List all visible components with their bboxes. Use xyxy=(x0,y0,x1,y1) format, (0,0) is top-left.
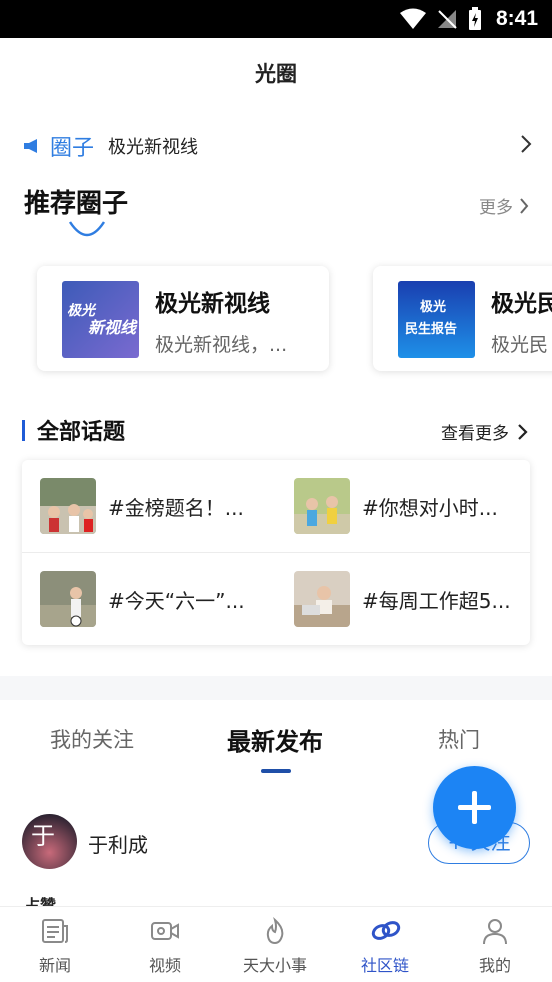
nav-video[interactable]: 视频 xyxy=(110,907,220,982)
topic-text: #你想对小时... xyxy=(362,496,498,520)
recommend-title: 推荐圈子 xyxy=(24,189,129,219)
topic-item[interactable]: #你想对小时... xyxy=(294,478,534,538)
topics-grid: #金榜题名！... #你想对小时... #今天“六一”... #每周工作超5..… xyxy=(22,460,530,645)
circle-card-title: 极光民 xyxy=(491,291,552,317)
topics-title: 全部话题 xyxy=(37,420,126,445)
circle-logo: 极光 民生报告 xyxy=(398,281,475,358)
loading-spinner-icon xyxy=(68,221,106,237)
nav-label: 我的 xyxy=(478,956,511,975)
status-time: 8:41 xyxy=(495,7,538,30)
avatar: 于 xyxy=(22,814,77,869)
topic-thumbnail xyxy=(294,571,350,627)
bottom-nav: 新闻 视频 天大小事 社区链 我的 xyxy=(0,906,552,981)
post-author-name: 于利成 xyxy=(88,833,148,857)
topic-item[interactable]: #今天“六一”... xyxy=(40,571,280,631)
nav-label: 社区链 xyxy=(360,956,409,975)
chain-link-icon xyxy=(371,921,401,940)
logo-text-2: 民生报告 xyxy=(405,321,457,337)
topic-thumbnail xyxy=(40,478,96,534)
tab-indicator xyxy=(261,769,291,773)
tab-following[interactable]: 我的关注 xyxy=(50,724,134,754)
plus-icon-vertical xyxy=(472,791,477,824)
circle-tag: 圈子 xyxy=(50,136,95,161)
topic-text: #每周工作超5... xyxy=(362,589,511,613)
create-post-button[interactable] xyxy=(433,766,516,849)
nav-daily[interactable]: 天大小事 xyxy=(220,907,330,982)
circle-name: 极光新视线 xyxy=(108,137,198,158)
chevron-right-icon xyxy=(518,423,528,440)
nav-community[interactable]: 社区链 xyxy=(330,907,440,982)
battery-charging-icon xyxy=(469,7,481,30)
logo-text-1: 极光 xyxy=(67,302,97,319)
nav-label: 新闻 xyxy=(38,956,71,975)
recommend-more-label: 更多 xyxy=(479,198,513,218)
topics-more-label: 查看更多 xyxy=(441,424,509,444)
nav-news[interactable]: 新闻 xyxy=(0,907,110,982)
tab-hot[interactable]: 热门 xyxy=(438,724,480,754)
circle-entry-row[interactable]: 圈子 极光新视线 xyxy=(0,128,552,164)
avatar-char: 于 xyxy=(31,822,55,850)
topics-accent-bar xyxy=(22,419,25,441)
topic-thumbnail xyxy=(294,478,350,534)
person-icon xyxy=(483,919,507,945)
circle-card-title: 极光新视线 xyxy=(155,291,270,317)
nav-mine[interactable]: 我的 xyxy=(440,907,550,982)
nav-label: 视频 xyxy=(148,956,181,975)
chevron-right-icon xyxy=(521,135,532,153)
topic-text: #金榜题名！... xyxy=(108,496,244,520)
section-separator xyxy=(0,676,552,700)
circle-card[interactable]: 极光 新视线 极光新视线 极光新视线，... xyxy=(37,266,329,371)
wifi-icon xyxy=(400,8,426,29)
topic-item[interactable]: #金榜题名！... xyxy=(40,478,280,538)
circle-card-desc: 极光民 xyxy=(491,334,549,356)
topic-text: #今天“六一”... xyxy=(108,589,245,613)
topic-thumbnail xyxy=(40,571,96,627)
topics-more-link[interactable]: 查看更多 xyxy=(441,419,528,444)
flame-icon xyxy=(266,917,284,945)
newspaper-icon xyxy=(42,919,68,943)
circle-card[interactable]: 极光 民生报告 极光民 极光民 xyxy=(373,266,552,371)
topics-divider xyxy=(22,552,530,553)
circle-logo: 极光 新视线 xyxy=(62,281,139,358)
topics-header: 全部话题 xyxy=(22,415,125,445)
status-bar: 8:41 xyxy=(0,0,552,38)
megaphone-icon xyxy=(24,139,37,153)
page-title: 光圈 xyxy=(255,62,297,86)
topic-item[interactable]: #每周工作超5... xyxy=(294,571,534,631)
video-camera-icon xyxy=(151,922,179,940)
no-signal-icon xyxy=(438,10,457,29)
chevron-right-icon xyxy=(520,197,529,214)
logo-text-1: 极光 xyxy=(420,299,446,315)
nav-label: 天大小事 xyxy=(242,956,307,975)
tab-latest[interactable]: 最新发布 xyxy=(227,722,323,757)
status-icons xyxy=(400,7,482,31)
recommend-more-link[interactable]: 更多 xyxy=(479,193,529,218)
logo-text-2: 新视线 xyxy=(88,318,138,337)
post-snippet: 占赞 xyxy=(24,896,57,906)
circle-card-desc: 极光新视线，... xyxy=(155,334,288,356)
